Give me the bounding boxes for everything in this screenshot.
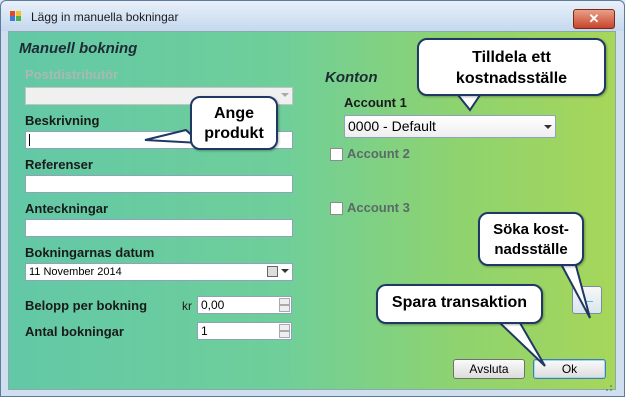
window-title: Lägg in manuella bokningar: [31, 10, 179, 24]
spinner-icon: [279, 298, 290, 312]
section-accounts: Konton: [325, 69, 378, 86]
count-label: Antal bokningar: [25, 324, 124, 339]
account2-checkbox[interactable]: [330, 148, 343, 161]
postdistributor-label: Postdistributör: [25, 67, 119, 82]
calendar-icon: [267, 266, 278, 277]
section-manual-booking: Manuell bokning: [19, 40, 138, 57]
resize-grip-icon[interactable]: [605, 379, 613, 391]
close-icon: ✕: [588, 11, 600, 26]
callout-save: Spara transaktion: [376, 284, 543, 324]
ok-button[interactable]: Ok: [533, 359, 606, 379]
amount-currency: kr: [182, 299, 192, 313]
amount-value: 0,00: [201, 298, 225, 312]
amount-label: Belopp per bokning: [25, 298, 148, 313]
callout-search: Söka kost-nadsställe: [478, 212, 584, 266]
description-label: Beskrivning: [25, 113, 100, 128]
app-icon: [10, 11, 22, 21]
count-stepper[interactable]: 1: [197, 322, 292, 340]
amount-stepper[interactable]: 0,00: [197, 296, 292, 314]
callout-cost-center: Tilldela ett kostnadsställe: [417, 38, 606, 96]
references-label: Referenser: [25, 157, 93, 172]
references-input[interactable]: [25, 175, 293, 193]
account3-label: Account 3: [347, 200, 410, 215]
arrow-left-icon: ←: [577, 288, 597, 310]
cancel-button[interactable]: Avsluta: [453, 359, 525, 379]
text-cursor: [29, 134, 30, 146]
close-button[interactable]: ✕: [573, 9, 615, 29]
notes-label: Anteckningar: [25, 201, 109, 216]
account2-label: Account 2: [347, 146, 410, 161]
date-value: 11 November 2014: [29, 266, 122, 278]
callout-product: Ange produkt: [190, 96, 278, 150]
account3-checkbox[interactable]: [330, 202, 343, 215]
notes-input[interactable]: [25, 219, 293, 237]
chevron-down-icon: [281, 269, 289, 273]
title-bar: Lägg in manuella bokningar ✕: [1, 1, 624, 31]
date-label: Bokningarnas datum: [25, 245, 155, 260]
chevron-down-icon: [281, 93, 289, 97]
chevron-down-icon: [544, 125, 552, 129]
count-value: 1: [201, 324, 208, 338]
account1-value: 0000 - Default: [348, 118, 436, 134]
spinner-icon: [279, 324, 290, 338]
account1-label: Account 1: [344, 95, 407, 110]
account1-dropdown[interactable]: 0000 - Default: [344, 115, 556, 138]
search-cost-center-button[interactable]: ←: [572, 286, 602, 314]
date-picker[interactable]: 11 November 2014: [25, 263, 293, 281]
